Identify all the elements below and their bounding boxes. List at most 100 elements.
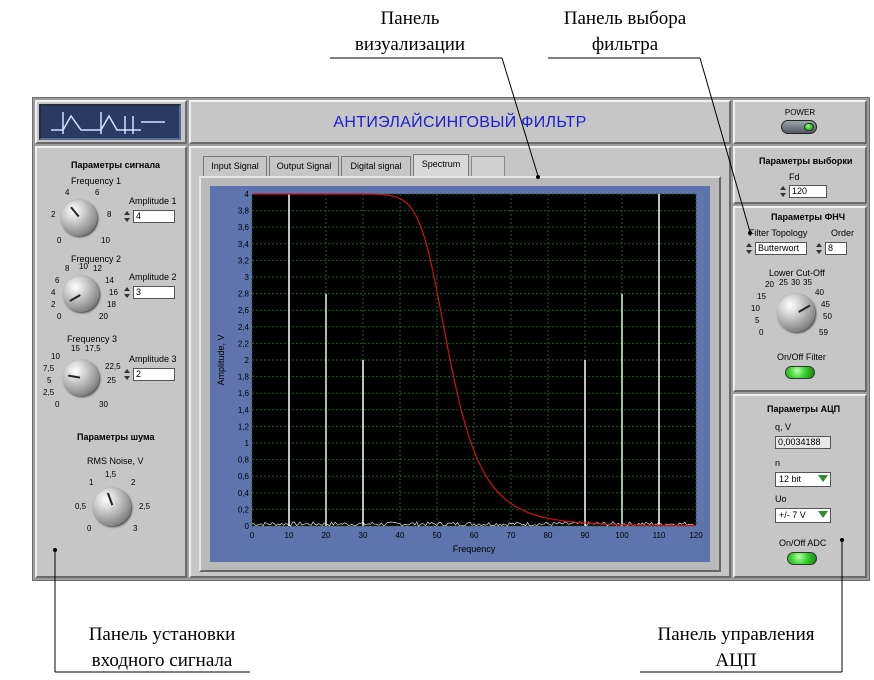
freq2-tick-10: 10 xyxy=(79,262,88,271)
app-window: АНТИЭЛАЙСИНГОВЫЙ ФИЛЬТР POWER Параметры … xyxy=(32,97,870,581)
y-tick-label: 0,8 xyxy=(238,456,250,465)
filter-onoff-button[interactable] xyxy=(785,366,815,379)
topology-field[interactable]: Butterwort xyxy=(755,242,807,255)
freq2-knob[interactable] xyxy=(63,276,99,312)
freq1-tick-8: 8 xyxy=(107,210,112,219)
freq3-knob[interactable] xyxy=(63,360,99,396)
cutoff-tick-10: 10 xyxy=(751,304,760,313)
amp3-spinner[interactable] xyxy=(123,368,131,382)
freq2-tick-20: 20 xyxy=(99,312,108,321)
amp3-field[interactable]: 2 xyxy=(133,368,175,381)
order-spinner[interactable] xyxy=(815,242,823,256)
fd-spinner[interactable] xyxy=(779,185,787,199)
logo-panel xyxy=(35,100,187,144)
lpf-panel-title: Параметры ФНЧ xyxy=(771,212,846,222)
cutoff-tick-50: 50 xyxy=(823,312,832,321)
order-label: Order xyxy=(831,228,855,238)
freq3-tick-22-5: 22,5 xyxy=(105,362,121,371)
q-field: 0,0034188 xyxy=(775,436,831,449)
freq3-tick-25: 25 xyxy=(107,376,116,385)
cutoff-tick-5: 5 xyxy=(755,316,760,325)
tab-digital-signal[interactable]: Digital signal xyxy=(341,156,411,176)
x-tick-label: 120 xyxy=(689,531,703,540)
freq2-tick-4: 4 xyxy=(51,288,56,297)
amp2-field[interactable]: 3 xyxy=(133,286,175,299)
cutoff-tick-35: 35 xyxy=(803,278,812,287)
adc-onoff-button[interactable] xyxy=(787,552,817,565)
tab-blank xyxy=(471,156,505,176)
freq2-tick-12: 12 xyxy=(93,264,102,273)
freq3-tick-15: 15 xyxy=(71,344,80,353)
cutoff-tick-30: 30 xyxy=(791,278,800,287)
freq3-tick-30: 30 xyxy=(99,400,108,409)
y-tick-label: 2,2 xyxy=(238,339,250,348)
y-tick-label: 1,2 xyxy=(238,422,250,431)
x-tick-label: 110 xyxy=(653,531,666,540)
x-tick-label: 90 xyxy=(581,531,590,540)
signal-panel-title: Параметры сигнала xyxy=(71,160,161,170)
visualization-panel: Input Signal Output Signal Digital signa… xyxy=(189,146,731,578)
power-button[interactable] xyxy=(781,120,817,134)
y-tick-label: 2 xyxy=(245,356,250,365)
y-tick-label: 0,4 xyxy=(238,489,250,498)
order-field[interactable]: 8 xyxy=(825,242,847,255)
freq3-tick-7-5: 7,5 xyxy=(43,364,55,373)
callout-adc-control: Панель управления АЦП xyxy=(626,622,846,674)
uo-select[interactable]: +/- 7 V xyxy=(775,508,831,523)
amp2-label: Amplitude 2 xyxy=(129,272,177,282)
power-led xyxy=(804,123,814,131)
cutoff-knob[interactable] xyxy=(777,294,815,332)
tab-spectrum[interactable]: Spectrum xyxy=(413,154,469,176)
x-tick-label: 100 xyxy=(615,531,629,540)
y-tick-label: 1,8 xyxy=(238,373,250,382)
y-tick-label: 0,6 xyxy=(238,472,250,481)
noise-tick-1: 1 xyxy=(89,478,94,487)
title-panel: АНТИЭЛАЙСИНГОВЫЙ ФИЛЬТР xyxy=(189,100,731,144)
spectrum-chart: 0 10 20 30 40 50 60 70 80 90 100 110 120 0 0,2 0,4 0,6 0,… xyxy=(210,186,710,562)
y-tick-label: 2,6 xyxy=(238,306,250,315)
noise-tick-2-5: 2,5 xyxy=(139,502,151,511)
freq1-knob[interactable] xyxy=(61,200,97,236)
n-select[interactable]: 12 bit xyxy=(775,472,831,487)
callout-visualization-line2: визуализации xyxy=(354,34,466,55)
callout-visualization: Панель визуализации xyxy=(330,6,490,58)
topology-spinner[interactable] xyxy=(745,242,753,256)
cutoff-tick-25: 25 xyxy=(779,278,788,287)
y-tick-label: 1,6 xyxy=(238,389,250,398)
callout-adc-line1: Панель управления xyxy=(657,624,815,645)
cutoff-tick-40: 40 xyxy=(815,288,824,297)
freq1-tick-4: 4 xyxy=(65,188,70,197)
tab-output-signal[interactable]: Output Signal xyxy=(269,156,339,176)
tab-content: 0 10 20 30 40 50 60 70 80 90 100 110 120 0 0,2 0,4 0,6 0,… xyxy=(199,176,721,572)
amp2-spinner[interactable] xyxy=(123,286,131,300)
y-tick-label: 0,2 xyxy=(238,505,250,514)
cutoff-tick-15: 15 xyxy=(757,292,766,301)
power-label: POWER xyxy=(784,108,816,117)
callout-filter-line2: фильтра xyxy=(591,34,659,55)
lpf-panel: Параметры ФНЧ Filter Topology Order Butt… xyxy=(733,206,867,392)
x-tick-label: 20 xyxy=(322,531,331,540)
freq3-tick-10: 10 xyxy=(51,352,60,361)
amp1-spinner[interactable] xyxy=(123,210,131,224)
x-tick-label: 10 xyxy=(285,531,294,540)
power-panel: POWER xyxy=(733,100,867,144)
adc-onoff-label: On/Off ADC xyxy=(779,538,827,548)
freq1-label: Frequency 1 xyxy=(71,176,122,186)
y-tick-label: 0 xyxy=(245,522,250,531)
noise-knob[interactable] xyxy=(93,488,131,526)
cutoff-tick-45: 45 xyxy=(821,300,830,309)
freq2-knob-indicator xyxy=(69,294,81,302)
cutoff-label: Lower Cut-Off xyxy=(769,268,825,278)
callout-visualization-line1: Панель xyxy=(380,8,440,29)
amp1-field[interactable]: 4 xyxy=(133,210,175,223)
fd-field[interactable]: 120 xyxy=(789,185,827,198)
noise-label: RMS Noise, V xyxy=(87,456,144,466)
callout-filter-select: Панель выбора фильтра xyxy=(540,6,710,58)
freq3-knob-indicator xyxy=(68,374,81,379)
tab-input-signal[interactable]: Input Signal xyxy=(203,156,267,176)
logo-graphic xyxy=(51,112,165,134)
cutoff-tick-0: 0 xyxy=(759,328,764,337)
callout-input-line2: входного сигнала xyxy=(91,650,233,671)
n-select-arrow-icon xyxy=(818,475,828,482)
freq2-tick-18: 18 xyxy=(107,300,116,309)
